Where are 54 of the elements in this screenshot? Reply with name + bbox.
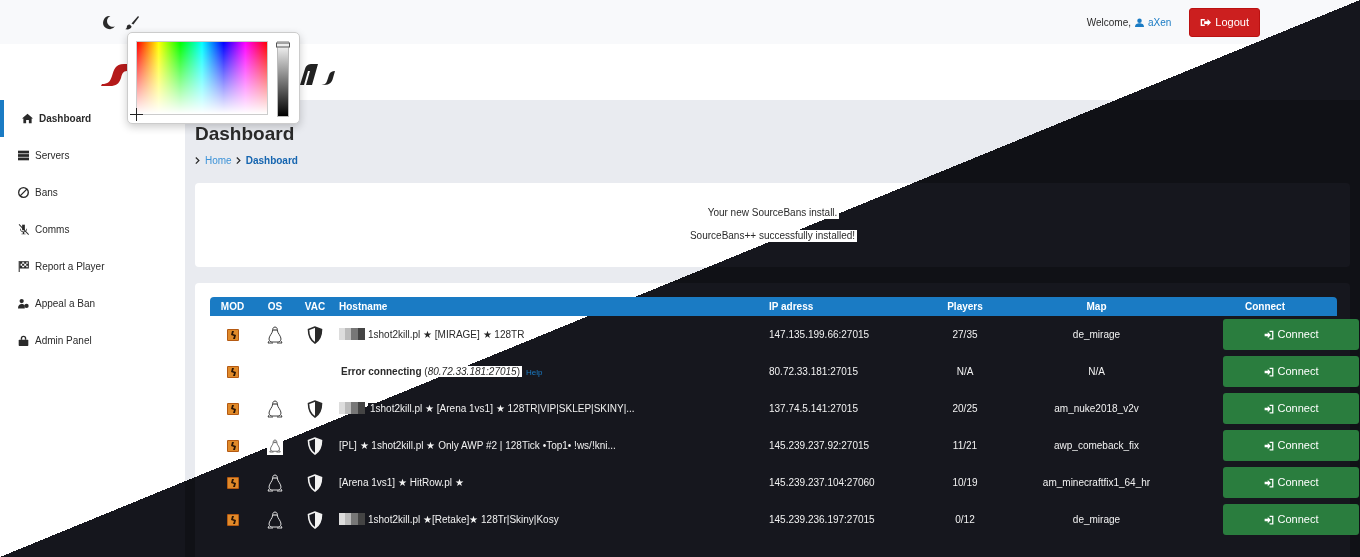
connect-button[interactable]: Connect [1223, 356, 1359, 387]
connect-button[interactable]: Connect [1223, 319, 1359, 350]
ip-address: 145.239.237.104:27060 [769, 477, 875, 488]
player-count: 0/12 [955, 514, 975, 525]
map-name: am_minecraftfix1_64_hr [1042, 477, 1151, 488]
sidebar-item[interactable]: Appeal a Ban [0, 285, 102, 322]
sidebar-item[interactable]: Comms [0, 211, 76, 248]
column-header: IP adress [769, 301, 814, 312]
connect-button[interactable]: Connect [1223, 467, 1359, 498]
column-header: MOD [220, 301, 245, 312]
ip-address: 145.239.236.197:27015 [769, 514, 875, 525]
sidebar-item[interactable]: Admin Panel [0, 322, 98, 359]
error-message: Error connecting (80.72.33.181:27015) [339, 366, 522, 377]
player-count: 27/35 [952, 329, 978, 340]
breadcrumb-link[interactable]: Home [205, 152, 232, 168]
ip-address: 145.239.237.92:27015 [769, 440, 870, 451]
hostname-text: [PL] ★ 1shot2kill.pl ★ Only AWP #2 | 128Tick •Top1• !ws/!kni... [339, 440, 616, 451]
connect-button[interactable]: Connect [1223, 504, 1359, 535]
ip-address: 137.74.5.141:27015 [769, 403, 858, 414]
breadcrumb-link[interactable]: Dashboard [245, 152, 298, 168]
map-name: am_nuke2018_v2v [1054, 403, 1139, 414]
column-header: Players [947, 301, 983, 312]
player-count: N/A [956, 366, 974, 377]
map-name: N/A [1088, 366, 1105, 377]
column-header: Hostname [339, 301, 388, 312]
player-count: 20/25 [952, 403, 978, 414]
username-link[interactable]: aXen [1135, 14, 1172, 30]
notice-text: SourceBans++ successfully installed! [687, 230, 858, 242]
notice-text: Your new SourceBans install. [705, 207, 840, 219]
column-header: Connect [1245, 301, 1285, 312]
page-title: Dashboard [195, 124, 295, 144]
hostname-text: 1shot2kill.pl ★ [Arena 1vs1] ★ 128TR|VIP|SKLEP|SKINY|... [368, 403, 637, 414]
sidebar-item[interactable]: Dashboard [0, 100, 98, 137]
sidebar-item[interactable]: Servers [0, 137, 76, 174]
player-count: 10/19 [952, 477, 978, 488]
map-name: de_mirage [1072, 329, 1121, 340]
ip-address: 80.72.33.181:27015 [769, 366, 858, 377]
hostname-text: 1shot2kill.pl ★[Retake]★ 128Tr|Skiny|Kosy [368, 514, 559, 525]
column-header: OS [267, 301, 283, 312]
logout-button[interactable]: Logout [1189, 7, 1260, 37]
hostname-text: 1shot2kill.pl ★ [MIRAGE] ★ 128TR [368, 329, 525, 340]
ip-address: 147.135.199.66:27015 [769, 329, 870, 340]
hostname-text: [Arena 1vs1] ★ HitRow.pl ★ [339, 477, 464, 488]
column-header: Map [1086, 301, 1107, 312]
player-count: 11/21 [952, 440, 978, 451]
map-name: de_mirage [1072, 514, 1121, 525]
connect-button[interactable]: Connect [1223, 430, 1359, 461]
sidebar-item[interactable]: Report a Player [0, 248, 111, 285]
map-name: awp_comeback_fix [1053, 440, 1139, 451]
welcome-text: Welcome, [1086, 15, 1131, 30]
sidebar-item[interactable]: Bans [0, 174, 64, 211]
column-header: VAC [304, 301, 326, 312]
connect-button[interactable]: Connect [1223, 393, 1359, 424]
help-link[interactable]: Help [526, 368, 543, 377]
